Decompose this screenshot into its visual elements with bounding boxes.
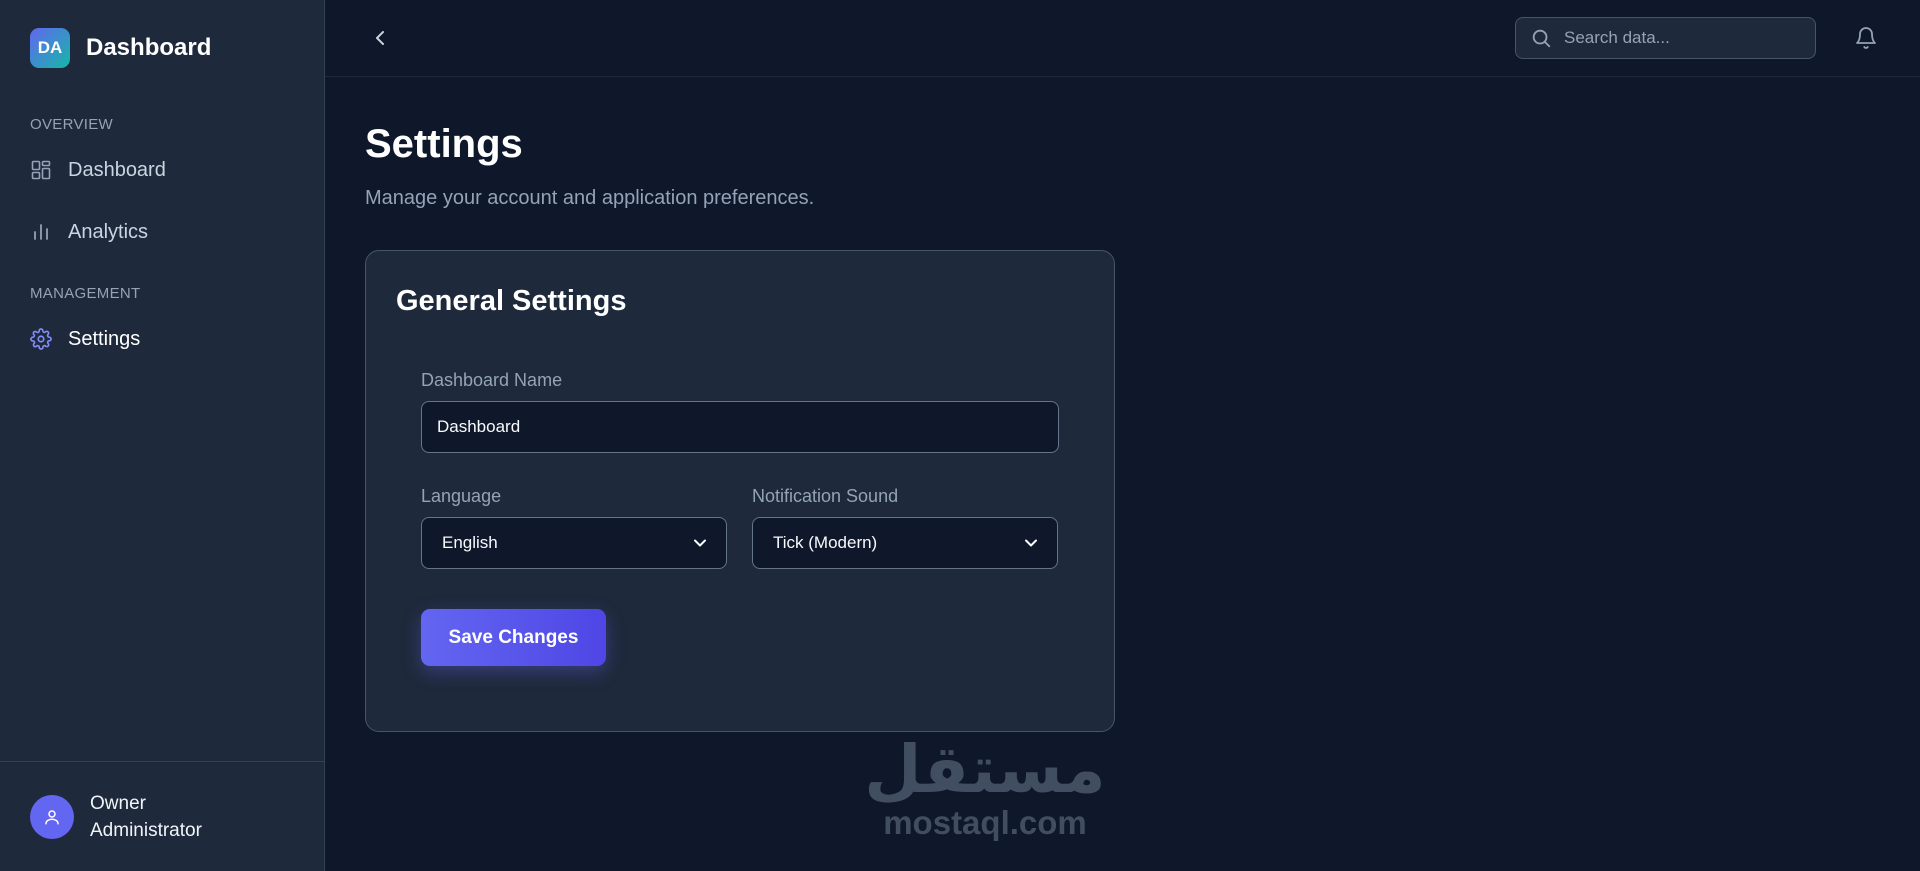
app-root: DA Dashboard OVERVIEW Dashboard Analytic… [0,0,1920,871]
avatar [30,794,74,839]
card-title: General Settings [396,285,627,317]
dashboard-name-input[interactable] [421,401,1059,453]
brand[interactable]: DA Dashboard [0,0,324,96]
language-field: Language English [421,486,727,569]
bell-icon [1856,27,1876,49]
user-title: Administrator [90,819,202,841]
sound-field: Notification Sound Tick (Modern) [752,486,1058,569]
grid-icon [30,159,52,181]
language-value: English [442,533,498,552]
sidebar-item-label: Settings [68,327,141,350]
gear-icon [30,328,52,350]
sidebar-item-label: Analytics [68,220,149,243]
chevron-down-icon [694,539,706,547]
sidebar-item-dashboard[interactable]: Dashboard [0,139,324,201]
sidebar: DA Dashboard OVERVIEW Dashboard Analytic… [0,0,325,871]
chevron-left-icon [376,31,384,45]
page-subtitle: Manage your account and application pref… [365,187,815,209]
search-box[interactable] [1515,17,1816,59]
sidebar-item-analytics[interactable]: Analytics [0,201,324,263]
sound-value: Tick (Modern) [773,533,878,552]
watermark-latin: mostaql.com [883,804,1087,841]
chevron-down-icon [1025,539,1037,547]
notifications-button[interactable] [1852,24,1880,52]
sound-select[interactable]: Tick (Modern) [752,517,1058,569]
sidebar-item-settings[interactable]: Settings [0,308,324,370]
language-label: Language [421,486,502,506]
save-button[interactable]: Save Changes [421,609,606,666]
sound-label: Notification Sound [752,486,899,506]
brand-logo: DA [30,28,70,68]
settings-page: Settings Manage your account and applica… [325,77,1920,732]
settings-form: Dashboard Name Language English Notifica… [396,370,1084,666]
section-label-overview: OVERVIEW [30,116,113,133]
back-button[interactable] [365,23,395,53]
search-input[interactable] [1564,28,1794,48]
brand-name: Dashboard [86,34,212,61]
select-row: Language English Notification Sound Tick… [421,486,1059,569]
user-info: Owner Administrator [90,790,202,844]
topbar-actions [1515,17,1880,59]
user-profile[interactable]: Owner Administrator [0,761,324,871]
section-label-management: MANAGEMENT [30,285,141,302]
user-role: Owner [90,792,146,814]
page-title: Settings [365,122,523,166]
sidebar-item-label: Dashboard [68,158,166,181]
topbar [325,0,1920,77]
dashboard-name-label: Dashboard Name [421,370,563,390]
general-settings-card: General Settings Dashboard Name Language… [365,250,1115,732]
language-select[interactable]: English [421,517,727,569]
user-icon [45,809,59,824]
main-content: Settings Manage your account and applica… [325,0,1920,871]
watermark-logo: مستقل mostaql.com [845,735,1125,841]
watermark-arabic: مستقل [864,731,1106,808]
search-icon [1532,29,1551,48]
bar-chart-icon [30,221,52,243]
